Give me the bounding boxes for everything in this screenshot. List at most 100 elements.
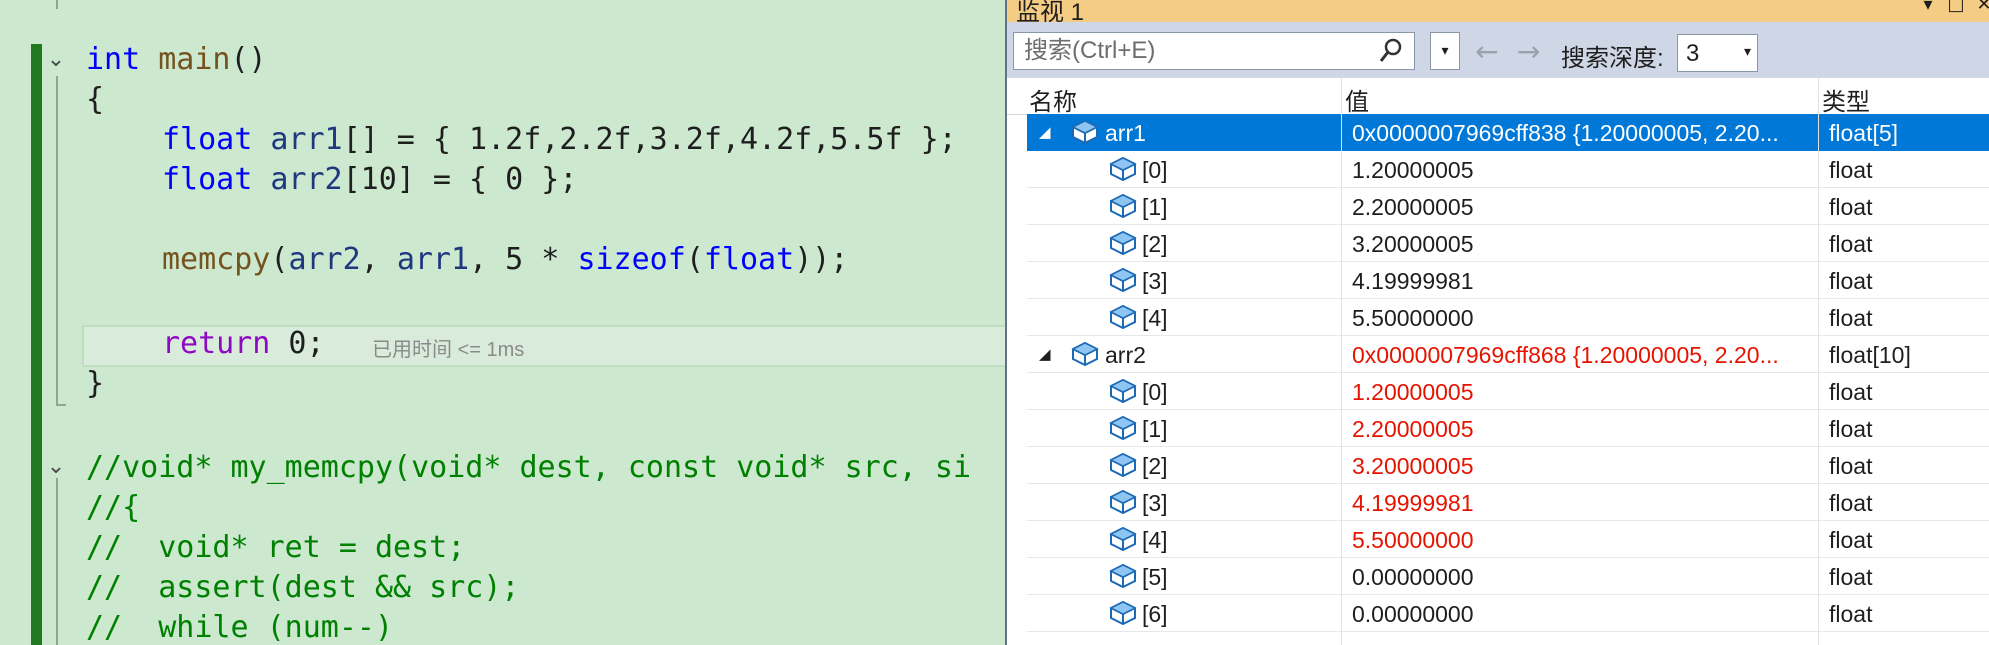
column-type-header[interactable]: 类型 (1822, 82, 1870, 117)
watch-name-cell: arr2 (1105, 342, 1146, 368)
search-back-icon[interactable]: ← (1475, 38, 1498, 66)
watch-window[interactable]: 监视 1 ▾ □ ✕ ▾ ← → 搜索深度: 3 ▾ 名称 值 类型 ◢ arr1… (1005, 0, 1989, 645)
watch-row-arr2[interactable]: ◢ arr2 0x0000007969cff868 {1.20000005, 2.2… (1027, 336, 1989, 373)
watch-row-element[interactable]: [2] 3.20000005 float (1027, 447, 1989, 484)
collapse-expander-icon[interactable]: ◢ (1039, 340, 1051, 368)
watch-row-element[interactable]: [2] 3.20000005 float (1027, 225, 1989, 262)
variable-object-icon (1107, 154, 1139, 182)
watch-type-cell: float[5] (1829, 120, 1899, 146)
watch-value-cell[interactable]: 1.20000005 (1352, 157, 1822, 184)
watch-row-element[interactable]: [3] 4.19999981 float (1027, 484, 1989, 521)
code-text: 0; (270, 326, 325, 361)
variable-object-icon (1107, 191, 1139, 219)
identifier-arr1: arr1 (396, 242, 470, 277)
watch-toolbar: ▾ ← → 搜索深度: 3 ▾ (1007, 22, 1989, 78)
watch-row-element[interactable]: [1] 2.20000005 float (1027, 188, 1989, 225)
watch-name-cell: [4] (1142, 305, 1168, 331)
watch-row-arr1[interactable]: ◢ arr1 0x0000007969cff838 {1.20000005, 2.2… (1027, 114, 1989, 151)
watch-column-header: 名称 值 类型 (1007, 78, 1989, 117)
watch-value-cell[interactable]: 5.50000000 (1352, 305, 1822, 332)
code-text: ( (685, 242, 704, 277)
watch-value-cell[interactable]: 2.20000005 (1352, 194, 1822, 221)
column-name-header[interactable]: 名称 (1029, 82, 1077, 117)
watch-name-cell: [5] (1142, 564, 1168, 590)
code-line-1[interactable]: int main() (86, 40, 267, 80)
code-line-3[interactable]: float arr1[] = { 1.2f,2.2f,3.2f,4.2f,5.5… (162, 120, 957, 160)
code-text: () (230, 42, 267, 77)
watch-row-element[interactable]: [4] 5.50000000 float (1027, 521, 1989, 558)
code-line-9[interactable]: //{ (86, 488, 140, 528)
watch-name-cell: [0] (1142, 157, 1168, 183)
search-box[interactable] (1013, 32, 1415, 70)
watch-value-cell[interactable]: 4.19999981 (1352, 490, 1822, 517)
watch-value-cell[interactable]: 0x0000007969cff868 {1.20000005, 2.20... (1352, 342, 1822, 369)
perf-tip[interactable]: 已用时间 <= 1ms (372, 333, 524, 362)
watch-name-cell: [1] (1142, 416, 1168, 442)
maximize-icon[interactable]: □ (1945, 0, 1967, 16)
keyword-sizeof: sizeof (577, 242, 686, 277)
watch-type-cell: float (1829, 268, 1873, 294)
watch-title-bar[interactable]: 监视 1 ▾ □ ✕ (1007, 0, 1989, 26)
variable-object-icon (1107, 450, 1139, 478)
column-value-header[interactable]: 值 (1345, 82, 1369, 117)
search-input[interactable] (1016, 33, 1376, 69)
watch-type-cell: float (1829, 194, 1873, 220)
identifier-arr2: arr2 (288, 242, 361, 277)
watch-value-cell[interactable]: 1.20000005 (1352, 379, 1822, 406)
watch-type-cell: float (1829, 416, 1873, 442)
code-line-7[interactable]: } (86, 364, 104, 404)
search-icon[interactable] (1378, 37, 1404, 65)
watch-row-element[interactable]: [1] 2.20000005 float (1027, 410, 1989, 447)
watch-value-cell[interactable]: 0.00000000 (1352, 601, 1822, 628)
code-line-5[interactable]: memcpy(arr2, arr1, 5 * sizeof(float)); (162, 240, 848, 280)
variable-object-icon (1107, 487, 1139, 515)
watch-type-cell: float (1829, 231, 1873, 257)
watch-type-cell: float (1829, 453, 1873, 479)
code-line-4[interactable]: float arr2[10] = { 0 }; (162, 160, 577, 200)
watch-row-element[interactable]: [4] 5.50000000 float (1027, 299, 1989, 336)
watch-row-element[interactable]: [0] 1.20000005 float (1027, 373, 1989, 410)
code-line-10[interactable]: // void* ret = dest; (86, 528, 465, 568)
code-line-11[interactable]: // assert(dest && src); (86, 568, 519, 608)
search-depth-value: 3 (1686, 40, 1700, 67)
code-line-2[interactable]: { (86, 80, 104, 120)
search-options-dropdown[interactable]: ▾ (1430, 32, 1460, 70)
variable-object-icon (1069, 117, 1101, 145)
watch-row-element[interactable]: [0] 1.20000005 float (1027, 151, 1989, 188)
watch-value-cell[interactable]: 2.20000005 (1352, 416, 1822, 443)
code-line-6[interactable]: return 0; (162, 324, 325, 364)
watch-value-cell[interactable]: 4.19999981 (1352, 268, 1822, 295)
watch-value-cell[interactable]: 3.20000005 (1352, 231, 1822, 258)
collapse-expander-icon[interactable]: ◢ (1039, 118, 1051, 146)
search-depth-select[interactable]: 3 ▾ (1677, 34, 1758, 72)
column-divider (1818, 78, 1819, 645)
chevron-down-icon: ▾ (1743, 44, 1751, 60)
watch-row-element[interactable]: [5] 0.00000000 float (1027, 558, 1989, 595)
code-text: [] = { 1.2f,2.2f,3.2f,4.2f,5.5f }; (342, 122, 957, 157)
change-tracking-bar (31, 44, 42, 645)
watch-value-cell[interactable]: 5.50000000 (1352, 527, 1822, 554)
keyword-float: float (162, 162, 253, 197)
watch-value-cell[interactable]: 0x0000007969cff838 {1.20000005, 2.20... (1352, 120, 1822, 147)
code-editor[interactable]: ⌄ ⌄ int main() { float arr1[] = { 1.2f,2… (0, 0, 1006, 645)
watch-row-element[interactable]: [6] 0.00000000 float (1027, 595, 1989, 632)
code-line-12[interactable]: // while (num--) (86, 608, 393, 645)
watch-value-cell[interactable]: 3.20000005 (1352, 453, 1822, 480)
watch-name-cell: [3] (1142, 268, 1168, 294)
watch-row-element[interactable]: [3] 4.19999981 float (1027, 262, 1989, 299)
column-divider (1341, 78, 1342, 645)
watch-type-cell: float (1829, 490, 1873, 516)
close-icon[interactable]: ✕ (1973, 0, 1989, 16)
variable-object-icon (1107, 228, 1139, 256)
watch-type-cell: float (1829, 564, 1873, 590)
fold-guide-end (56, 404, 66, 406)
watch-value-cell[interactable]: 0.00000000 (1352, 564, 1822, 591)
code-line-8[interactable]: //void* my_memcpy(void* dest, const void… (86, 448, 971, 488)
collapse-comment-button[interactable]: ⌄ (44, 455, 68, 479)
collapse-main-button[interactable]: ⌄ (44, 48, 68, 72)
search-forward-icon[interactable]: → (1517, 38, 1540, 66)
watch-name-cell: [2] (1142, 231, 1168, 257)
watch-name-cell: [6] (1142, 601, 1168, 627)
code-text: , 5 * (469, 242, 578, 277)
dropdown-icon[interactable]: ▾ (1917, 0, 1939, 16)
